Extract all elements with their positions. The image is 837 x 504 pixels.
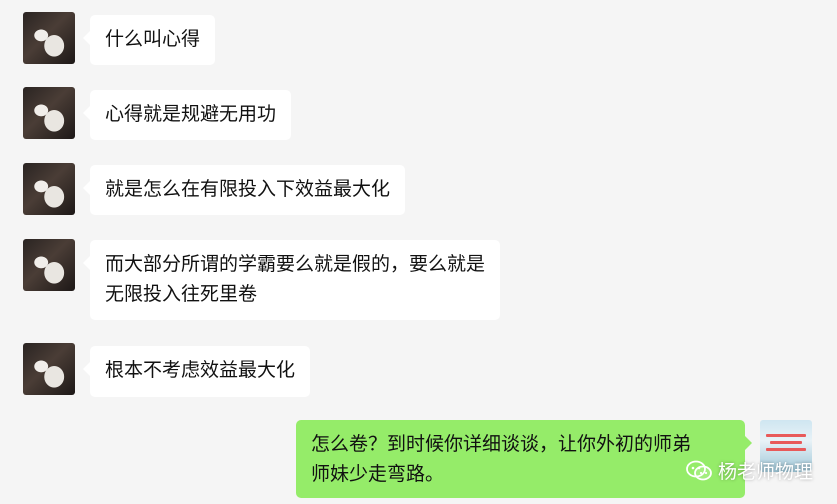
message-bubble[interactable]: 什么叫心得 [82,15,216,65]
message-bubble[interactable]: 根本不考虑效益最大化 [82,346,311,397]
sender-avatar[interactable] [23,12,75,64]
message-text: 根本不考虑效益最大化 [105,359,296,381]
message-text: 什么叫心得 [105,28,201,50]
watermark-text: 杨老师物理 [717,461,813,483]
message-line: 师妹少走弯路。 [311,463,445,485]
message-text: 心得就是规避无用功 [105,103,277,125]
message-line: 怎么卷？到时候你详细谈谈，让你外初的师弟 [311,433,692,455]
message-bubble[interactable]: 心得就是规避无用功 [82,90,292,140]
wechat-icon [686,460,712,480]
sender-avatar[interactable] [23,239,75,291]
sender-avatar[interactable] [23,343,75,395]
message-bubble[interactable]: 就是怎么在有限投入下效益最大化 [82,165,406,215]
message-bubble-outgoing[interactable]: 怎么卷？到时候你详细谈谈，让你外初的师弟 师妹少走弯路。 [296,420,752,498]
sender-avatar[interactable] [23,87,75,139]
message-text: 就是怎么在有限投入下效益最大化 [105,178,391,200]
message-bubble[interactable]: 而大部分所谓的学霸要么就是假的，要么就是 无限投入往死里卷 [82,240,501,320]
watermark: 杨老师物理 [686,457,813,484]
message-line: 而大部分所谓的学霸要么就是假的，要么就是 [105,253,486,275]
sender-avatar[interactable] [23,163,75,215]
message-line: 无限投入往死里卷 [105,283,258,305]
